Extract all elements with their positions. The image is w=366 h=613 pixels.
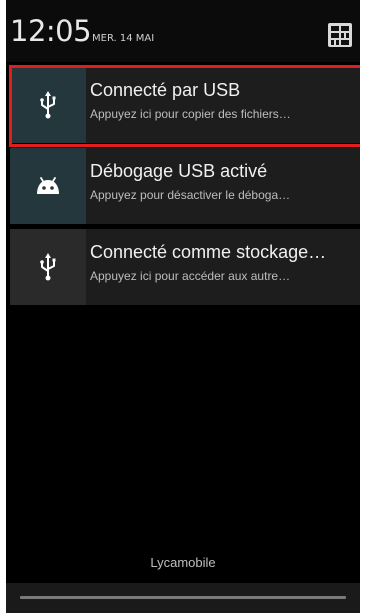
notification-usb-debugging[interactable]: Débogage USB activé Appuyez pour désacti… <box>10 148 360 224</box>
date-label[interactable]: MER. 14 MAI <box>92 33 154 45</box>
notification-subtitle: Appuyez pour désactiver le déboga… <box>90 188 291 202</box>
android-debug-icon <box>37 177 59 194</box>
notification-usb-connected[interactable]: Connecté par USB Appuyez ici pour copier… <box>10 67 360 143</box>
usb-icon <box>40 253 56 281</box>
notification-subtitle: Appuyez ici pour accéder aux autre… <box>90 269 291 283</box>
notification-shade: 12:05 MER. 14 MAI Connecté par USB Appuy… <box>6 0 360 613</box>
notification-icon-box <box>10 148 86 224</box>
notification-title: Connecté comme stockage… <box>90 242 327 262</box>
carrier-label: Lycamobile <box>150 555 216 570</box>
notification-title: Débogage USB activé <box>90 161 268 181</box>
notification-connected-as-storage[interactable]: Connecté comme stockage… Appuyez ici pou… <box>10 229 360 305</box>
notification-icon-box <box>10 67 86 143</box>
clock[interactable]: 12:05 <box>10 14 92 48</box>
shade-drag-handle[interactable] <box>6 583 360 613</box>
notification-subtitle: Appuyez ici pour copier des fichiers… <box>90 107 291 121</box>
usb-icon <box>40 91 56 119</box>
quick-settings-grid-icon[interactable] <box>327 22 353 48</box>
notification-title: Connecté par USB <box>90 80 241 100</box>
notification-icon-box <box>10 229 86 305</box>
handle-line <box>20 596 346 599</box>
status-header: 12:05 MER. 14 MAI <box>6 0 360 62</box>
